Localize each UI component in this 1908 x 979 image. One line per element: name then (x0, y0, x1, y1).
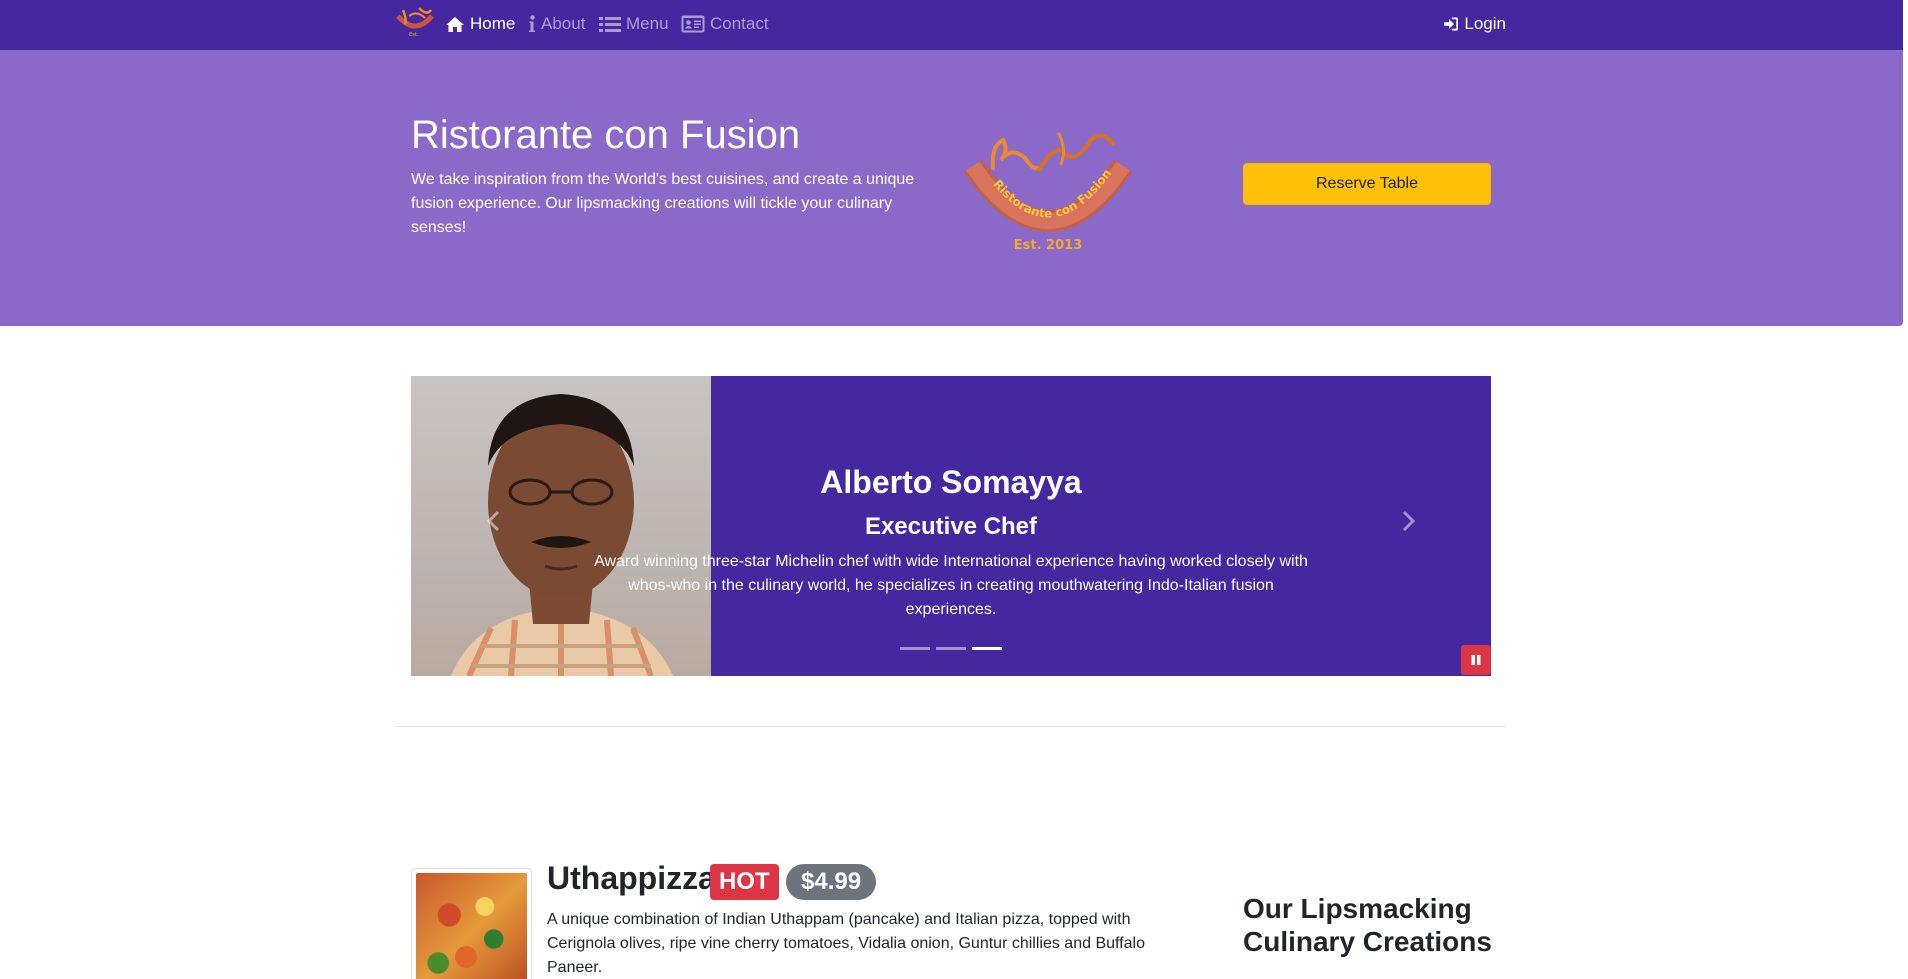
nav-home-link[interactable]: Home (445, 11, 515, 37)
login-link[interactable]: Login (1443, 11, 1506, 37)
address-card-icon (681, 15, 705, 33)
home-icon (446, 16, 464, 32)
hot-badge: HOT (710, 864, 779, 900)
navbar: Est. Home About Menu Contact Login (0, 0, 1903, 50)
uthappizza-image (416, 873, 527, 979)
chef-name: Alberto Somayya (820, 464, 1082, 500)
nav-contact-link[interactable]: Contact (681, 11, 769, 37)
navbar-container: Est. Home About Menu Contact Login (395, 0, 1506, 50)
sign-in-icon (1444, 17, 1459, 31)
chef-role: Executive Chef (864, 513, 1038, 540)
login-label: Login (1464, 14, 1506, 33)
carousel-indicator[interactable] (936, 647, 966, 650)
nav-contact-label: Contact (710, 14, 769, 33)
nav-home-label: Home (470, 14, 516, 33)
jumbotron: Ristorante con Fusion We take inspiratio… (0, 50, 1903, 326)
chevron-right-icon (1402, 510, 1416, 532)
dish-description: A unique combination of Indian Uthappam … (547, 911, 1145, 976)
chevron-left-icon (486, 510, 500, 532)
brand-logo-icon[interactable]: Est. (395, 6, 435, 38)
carousel-indicator[interactable] (900, 647, 930, 650)
carousel-prev-button[interactable] (483, 506, 503, 536)
list-icon (599, 16, 621, 32)
logo-est-text: Est. 2013 (1014, 238, 1082, 253)
dish-name: Uthappizza (547, 860, 716, 896)
price-badge: $4.99 (786, 864, 877, 900)
section-divider (395, 726, 1506, 727)
restaurant-description: We take inspiration from the World's bes… (411, 171, 915, 236)
nav-about-label: About (541, 14, 586, 33)
carousel-indicators (900, 647, 1002, 650)
reserve-table-button[interactable]: Reserve Table (1243, 163, 1491, 205)
info-icon (529, 15, 535, 32)
dish-thumbnail (411, 868, 532, 979)
restaurant-title: Ristorante con Fusion (411, 113, 801, 157)
nav-menu-label: Menu (626, 14, 669, 33)
carousel-pause-button[interactable] (1461, 645, 1491, 675)
chef-description: Award winning three-star Michelin chef w… (594, 553, 1308, 618)
carousel-indicator-active[interactable] (972, 647, 1002, 650)
nav-menu-link[interactable]: Menu (599, 11, 669, 37)
nav-about-link[interactable]: About (528, 11, 585, 37)
carousel-next-button[interactable] (1399, 506, 1419, 536)
culinary-creations-heading: Our Lipsmacking Culinary Creations (1243, 893, 1492, 957)
svg-text:Est.: Est. (409, 32, 419, 38)
pause-icon (1471, 655, 1481, 665)
restaurant-logo-image: Ristorante con Fusion Est. 2013 (963, 132, 1133, 253)
chef-carousel: Alberto Somayya Executive Chef Award win… (411, 376, 1491, 676)
